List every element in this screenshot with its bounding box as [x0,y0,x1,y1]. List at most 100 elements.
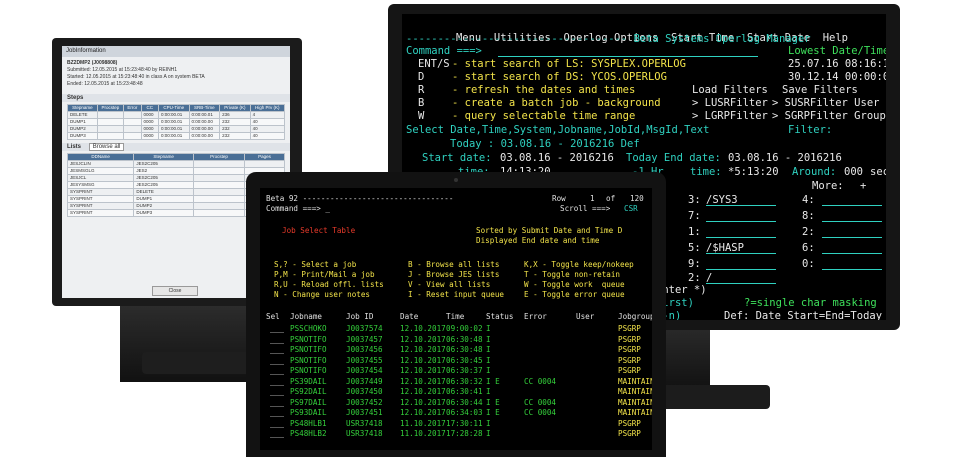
steps-cell [123,118,142,126]
steps-row[interactable]: DELETE 0000 0:00:00.01 0:00:00.01 236 4 [67,111,286,119]
lists-col-header[interactable]: DDName [66,153,135,161]
lists-cell [192,202,246,210]
steps-col-header[interactable]: CPU-Time [158,104,190,112]
row-select-input[interactable] [270,324,284,333]
job-cell[interactable]: PSSCHOKO [290,324,327,333]
column-header[interactable]: Time [446,312,464,321]
steps-col-header[interactable]: Error [123,104,142,112]
steps-col-header[interactable]: CC [140,104,160,112]
steps-cell [96,132,125,140]
lowest-date-2: 30.12.14 00:00:00 [788,71,886,83]
job-cell[interactable]: PSNOTIFO [290,356,327,365]
row-select-input[interactable] [270,366,284,375]
job-cell[interactable]: PS97DAIL [290,398,327,407]
command-input[interactable] [498,45,758,57]
lists-cell [192,209,246,217]
column-header[interactable]: User [576,312,594,321]
job-cell[interactable]: PS39DAIL [290,377,327,386]
filter-input[interactable]: /$HASP [706,242,776,254]
column-header[interactable]: Job ID [346,312,373,321]
filter-input-2[interactable] [822,210,882,222]
job-cell[interactable]: PS48HLB1 [290,419,327,428]
job-cell: I [486,324,491,333]
row-select-input[interactable] [270,377,284,386]
steps-col-header[interactable]: SRB-Time [188,104,221,112]
filter-input-2[interactable] [822,226,882,238]
column-header[interactable]: Date [400,312,418,321]
lusr-filter-link[interactable]: > LUSRFilter [692,97,768,109]
scroll-value[interactable]: CSR [624,204,638,213]
job-cell[interactable]: PSNOTIFO [290,366,327,375]
row-select-input[interactable] [270,419,284,428]
lists-col-header[interactable]: Stepname [133,153,194,161]
job-cell: 12.10.2017 [400,345,446,354]
filter-label: Filter: [788,124,833,136]
job-cell: J0037454 [346,366,383,375]
lgrp-filter-link[interactable]: > LGRPFilter [692,110,768,122]
start-date-value[interactable]: 03.08.16 - 2016216 [500,152,614,164]
filter-input[interactable] [706,226,776,238]
filter-input-2[interactable] [822,258,882,270]
steps-col-header[interactable]: High Prv (K) [249,104,286,112]
filter-input[interactable]: /SYS3 [706,194,776,206]
steps-col-header[interactable]: Private (K) [219,104,251,112]
lists-row[interactable]: JESJCLIN JES2C205 [66,160,285,168]
job-cell[interactable]: PS93DAIL [290,408,327,417]
browse-all-button[interactable]: Browse all [88,143,125,151]
job-cell: 06:30:44 [446,397,483,407]
filter-input[interactable]: / [706,272,776,284]
terminal-header: Beta 92 --------------------------------… [266,194,454,203]
filter-number: 1: [688,226,701,238]
row-select-input[interactable] [270,356,284,365]
row-select-input[interactable] [270,387,284,396]
job-cell[interactable]: PS92DAIL [290,387,327,396]
end-date-value[interactable]: 03.08.16 - 2016216 [728,152,842,164]
menu-item-help[interactable]: Help [823,32,848,44]
option-b-text: - create a batch job - background [452,97,661,109]
steps-cell: DUMP2 [67,125,98,133]
filter-input-2[interactable] [822,242,882,254]
column-header[interactable]: Error [524,312,547,321]
row-select-input[interactable] [270,398,284,407]
column-header[interactable]: Sel [266,312,280,321]
job-cell[interactable]: PSNOTIFO [290,345,327,354]
filter-input[interactable] [706,258,776,270]
column-header[interactable]: Jobname [290,312,322,321]
window-title: JobInformation [62,46,290,57]
job-cell: CC 0004 [524,397,557,407]
job-cell[interactable]: PS48HLB2 [290,429,327,438]
job-cell: USR37418 [346,418,383,428]
lists-cell: JESYSMSG [66,181,135,189]
column-header[interactable]: Jobgroup [618,312,652,321]
lists-cell [192,160,246,168]
option-d-key: D [418,71,425,83]
job-cell[interactable]: PSNOTIFO [290,335,327,344]
column-header[interactable]: Status [486,312,513,321]
lowest-label: Lowest Date/Time [788,45,886,57]
row-select-input[interactable] [270,429,284,438]
steps-row[interactable]: DUMP2 0000 0:00:00.01 0:00:00.00 232 40 [67,125,286,133]
filter-input[interactable] [706,210,776,222]
lists-col-header[interactable]: Pages [244,153,285,161]
command-input[interactable]: Command ===> _ [266,204,330,213]
steps-cell [96,125,125,133]
displayed-line: Displayed End date and time [476,236,600,245]
filter-input-2[interactable] [822,194,882,206]
row-select-input[interactable] [270,335,284,344]
job-cell: PSGRP [618,324,641,333]
end-time-value[interactable]: *5:13:20 [728,166,779,178]
lists-cell: SYSPRINT [66,195,135,203]
susr-filter-link[interactable]: > SUSRFilter User [772,97,879,109]
lists-section: Lists Browse all [62,143,290,151]
steps-row[interactable]: DUMP3 0000 0:00:00.01 0:00:00.00 232 40 [67,132,286,140]
steps-row[interactable]: DUMP1 0000 0:00:00.01 0:00:00.00 232 40 [67,118,286,126]
close-button[interactable]: Close [152,286,198,296]
lists-section-label: Lists [67,144,82,150]
row-select-input[interactable] [270,345,284,354]
steps-col-header[interactable]: Procstep [96,104,125,112]
lists-col-header[interactable]: Procstep [192,153,246,161]
steps-col-header[interactable]: Stepname [67,104,98,112]
sgrp-filter-link[interactable]: > SGRPFilter Group [772,110,886,122]
around-value[interactable]: 000 [844,166,863,178]
row-select-input[interactable] [270,408,284,417]
